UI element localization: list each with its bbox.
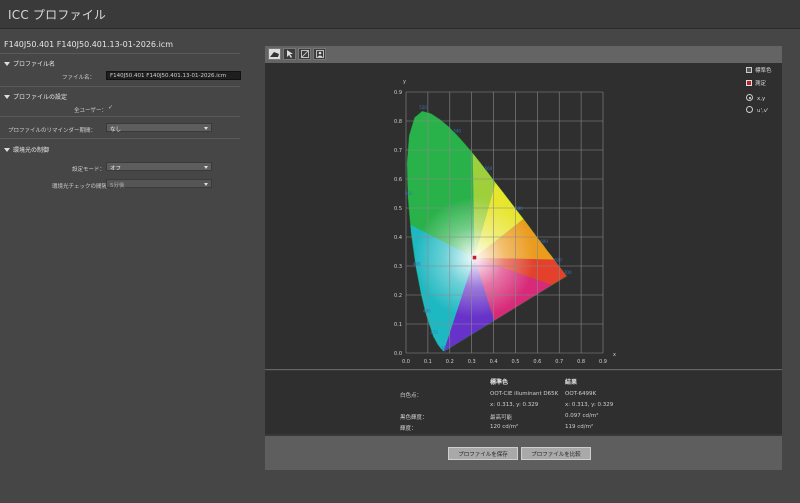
section-profile-name[interactable]: プロファイル名 — [4, 59, 55, 68]
collapse-triangle-icon — [4, 148, 10, 152]
all-users-checkbox[interactable]: ✓ — [108, 105, 114, 111]
legend-standard[interactable]: 標準色 — [746, 66, 772, 74]
wavelength-label: 500 — [405, 191, 413, 196]
x-tick-label: 0.6 — [533, 359, 541, 365]
ambient-check-select[interactable]: 5分後 — [106, 179, 212, 189]
info-row-label: 黒色輝度： — [400, 415, 428, 421]
info-row-label: 白色点： — [400, 393, 423, 399]
x-tick-label: 0.8 — [577, 359, 585, 365]
profile-filename: F140J50.401 F140J50.401.13-01-2026.icm — [4, 40, 173, 49]
wavelength-label: 480 — [423, 308, 431, 313]
x-axis-label: x — [613, 352, 616, 358]
all-users-label: 全ユーザー： — [74, 108, 107, 114]
y-tick-label: 0.1 — [394, 322, 402, 328]
x-tick-label: 0.7 — [555, 359, 563, 365]
save-profile-button[interactable]: プロファイルを保存 — [448, 447, 518, 460]
col-measured-header: 結果 — [565, 379, 578, 386]
reminder-select[interactable]: なし — [106, 123, 212, 133]
pointer-button[interactable] — [283, 48, 296, 60]
divider — [0, 86, 240, 87]
pointer-icon — [286, 50, 293, 58]
y-tick-label: 0.3 — [394, 264, 402, 270]
wavelength-label: 620 — [554, 258, 562, 263]
image-button[interactable] — [313, 48, 326, 60]
xy-radio[interactable] — [746, 94, 753, 101]
white-point-measured — [472, 255, 477, 260]
file-name-input[interactable]: F140J50.401 F140J50.401.13-01-2026.icm — [106, 71, 241, 80]
wavelength-label: 380 — [441, 346, 449, 351]
y-tick-label: 0.9 — [394, 90, 402, 96]
wavelength-label: 700 — [564, 270, 572, 275]
divider — [0, 116, 240, 117]
x-tick-label: 0.9 — [599, 359, 607, 365]
y-axis-label: y — [403, 79, 406, 85]
x-tick-label: 0.0 — [402, 359, 410, 365]
gamut-panel: 0.0 0.1 0.2 0.3 0.4 0.5 0.6 0.7 0.8 0.9 0.0 0.1 0.2 0… — [265, 46, 782, 470]
option-uv[interactable]: u',v' — [746, 106, 769, 114]
collapse-triangle-icon — [4, 62, 10, 66]
window-title: ICC プロファイル — [8, 8, 107, 22]
wavelength-label: 600 — [540, 239, 548, 244]
title-bar: ICC プロファイル — [0, 0, 800, 29]
curve-icon — [300, 50, 309, 58]
x-tick-label: 0.5 — [511, 359, 519, 365]
y-tick-label: 0.7 — [394, 148, 402, 154]
uv-radio[interactable] — [746, 106, 753, 113]
y-tick-label: 0.8 — [394, 119, 402, 125]
info-row-standard: OOT-CIE illuminant D65K — [490, 391, 559, 397]
ambient-mode-select[interactable]: オフ — [106, 162, 212, 172]
y-tick-label: 0.6 — [394, 177, 402, 183]
wavelength-label: 560 — [485, 166, 493, 171]
info-row-standard: x: 0.313, y: 0.329 — [490, 402, 539, 408]
info-row-standard: 120 cd/m² — [490, 424, 519, 430]
wavelength-label: 580 — [515, 206, 523, 211]
chromaticity-chart: 0.0 0.1 0.2 0.3 0.4 0.5 0.6 0.7 0.8 0.9 0.0 0.1 0.2 0… — [394, 79, 616, 365]
ambient-mode-label: 設定モード： — [72, 167, 106, 173]
section-profile-settings[interactable]: プロファイルの設定 — [4, 92, 67, 101]
wavelength-label: 490 — [413, 261, 421, 266]
x-tick-label: 0.3 — [468, 359, 476, 365]
action-bar: プロファイルを保存 プロファイルを比較 — [265, 436, 782, 470]
info-row-measured: 0.097 cd/m² — [565, 413, 599, 419]
divider — [0, 53, 240, 54]
y-tick-label: 0.4 — [394, 235, 402, 241]
legend-measured[interactable]: 測定 — [746, 79, 766, 87]
view-toolbar — [265, 46, 782, 63]
image-icon — [315, 50, 324, 58]
divider — [0, 138, 240, 139]
collapse-triangle-icon — [4, 95, 10, 99]
wavelength-label: 520 — [419, 105, 427, 110]
chromaticity-plot-area: 0.0 0.1 0.2 0.3 0.4 0.5 0.6 0.7 0.8 0.9 0.0 0.1 0.2 0… — [265, 63, 782, 370]
x-tick-label: 0.1 — [424, 359, 432, 365]
x-tick-label: 0.2 — [446, 359, 454, 365]
info-table: 標準色 結果 白色点： OOT-CIE illuminant D65K OOT-… — [265, 371, 782, 434]
wavelength-label: 470 — [430, 330, 438, 335]
standard-checkbox[interactable] — [746, 67, 752, 73]
reminder-label: プロファイルのリマインダー期間： — [8, 128, 97, 134]
col-standard-header: 標準色 — [490, 379, 509, 386]
wavelength-label: 540 — [453, 128, 461, 133]
info-row-standard: 最高可能 — [490, 415, 513, 421]
info-row-measured: 119 cd/m² — [565, 424, 594, 430]
compare-profile-button[interactable]: プロファイルを比較 — [521, 447, 591, 460]
file-name-label: ファイル名： — [62, 75, 96, 81]
info-row-measured: x: 0.313, y: 0.329 — [565, 402, 614, 408]
section-ambient-light[interactable]: 環境光の制御 — [4, 145, 49, 154]
ambient-check-label: 環境光チェックの間隔： — [52, 184, 113, 190]
measured-checkbox[interactable] — [746, 80, 752, 86]
gamut-view-button[interactable] — [268, 48, 281, 60]
gamut-view-icon — [270, 51, 279, 57]
y-tick-label: 0.2 — [394, 293, 402, 299]
curve-button[interactable] — [298, 48, 311, 60]
dropdown-arrow-icon — [204, 166, 208, 169]
dropdown-arrow-icon — [204, 183, 208, 186]
dropdown-arrow-icon — [204, 127, 208, 130]
info-row-label: 輝度： — [400, 426, 417, 432]
y-tick-label: 0.5 — [394, 206, 402, 212]
info-row-measured: OOT-6499K — [565, 391, 597, 397]
x-tick-label: 0.4 — [490, 359, 498, 365]
option-xy[interactable]: x,y — [746, 94, 765, 102]
y-tick-label: 0.0 — [394, 351, 402, 357]
